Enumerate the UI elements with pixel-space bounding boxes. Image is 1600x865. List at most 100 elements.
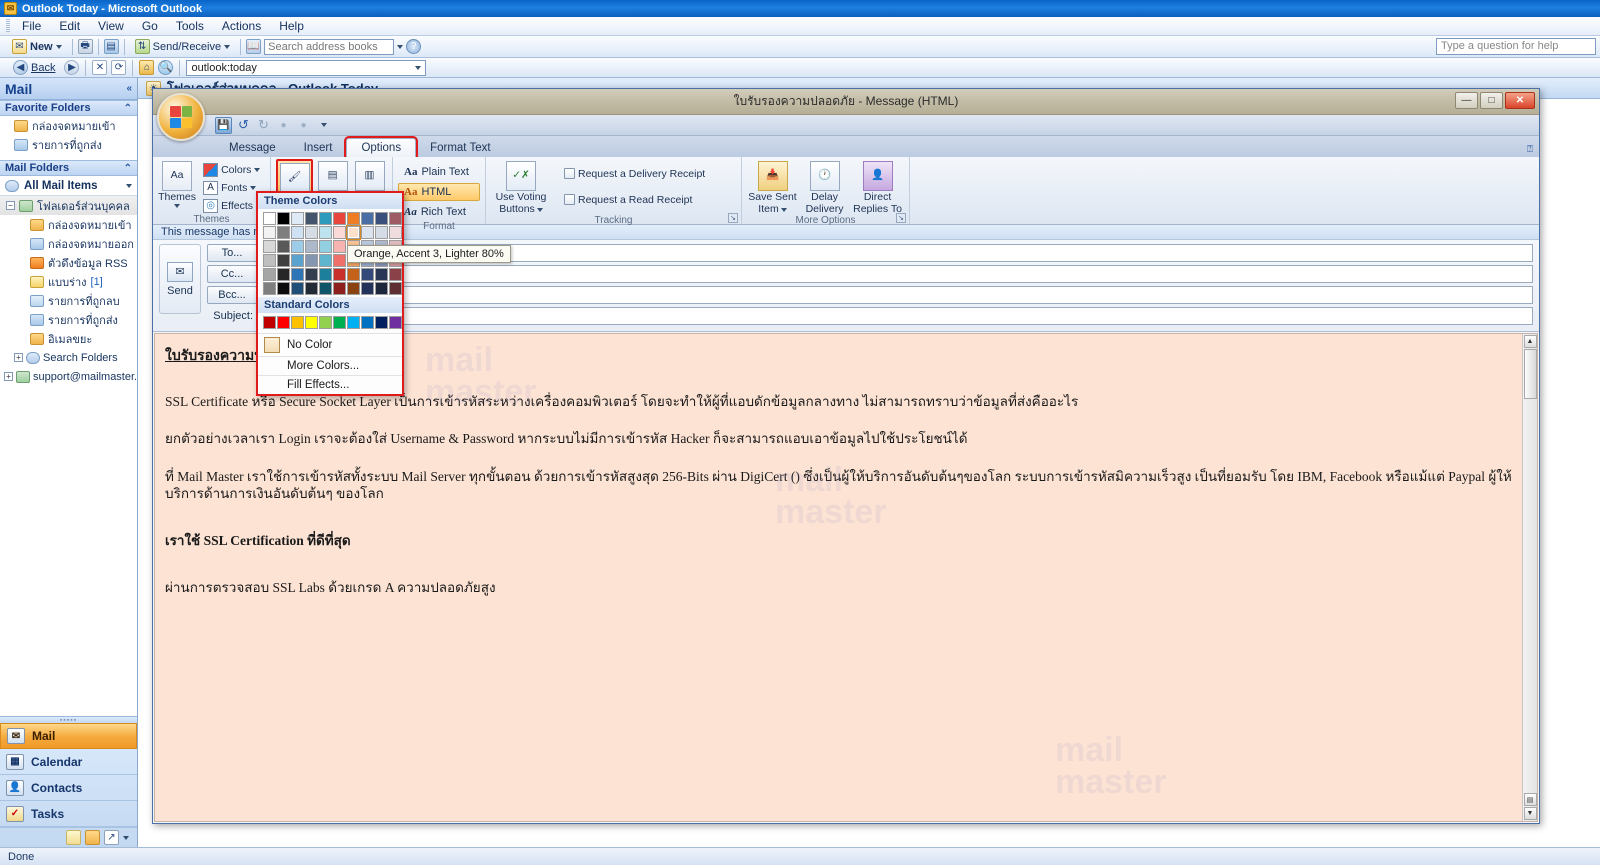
standard-color-swatch[interactable] — [375, 316, 388, 329]
theme-color-swatch[interactable] — [263, 254, 276, 267]
theme-color-swatch[interactable] — [319, 226, 332, 239]
navpane-button-mail[interactable]: ✉ Mail — [0, 723, 137, 749]
theme-color-swatch[interactable] — [389, 268, 402, 281]
folder-rss-feeds[interactable]: ตัวดึงข้อมูล RSS — [0, 253, 137, 272]
chevron-down-icon[interactable] — [126, 183, 132, 188]
theme-color-swatch[interactable] — [333, 268, 346, 281]
theme-color-swatch[interactable] — [305, 254, 318, 267]
folder-account-root[interactable]: + support@mailmaster.co — [0, 367, 137, 386]
qat-extra-icon[interactable]: ● — [275, 117, 292, 134]
theme-color-swatch[interactable] — [333, 226, 346, 239]
scroll-up-icon[interactable]: ▲ — [1523, 335, 1537, 348]
menu-file[interactable]: File — [13, 18, 50, 34]
search-address-books-input[interactable]: Search address books — [264, 38, 395, 55]
theme-color-swatch[interactable] — [305, 240, 318, 253]
direct-replies-to-button[interactable]: 👤 Direct Replies To — [851, 159, 904, 215]
menu-go[interactable]: Go — [133, 18, 167, 34]
navpane-splitter[interactable]: ▪▪▪▪▪ — [0, 716, 137, 724]
theme-color-swatch[interactable] — [375, 282, 388, 295]
navpane-button-tasks[interactable]: ✓ Tasks — [0, 801, 137, 827]
standard-color-swatch[interactable] — [347, 316, 360, 329]
new-dropdown-icon[interactable] — [55, 44, 62, 49]
chevron-down-icon[interactable] — [250, 185, 257, 190]
standard-color-swatch[interactable] — [319, 316, 332, 329]
message-body-scrollbar[interactable]: ▲ ▤ ▼ — [1522, 334, 1537, 821]
theme-color-swatch[interactable] — [263, 226, 276, 239]
scroll-split-icon[interactable]: ▤ — [1523, 793, 1537, 806]
subject-input[interactable] — [262, 307, 1533, 325]
folder-drafts[interactable]: แบบร่าง [1] — [0, 272, 137, 291]
menu-view[interactable]: View — [89, 18, 133, 34]
favorite-folders-header[interactable]: Favorite Folders ⌃ — [0, 100, 137, 116]
delay-delivery-button[interactable]: 🕐 Delay Delivery — [800, 159, 849, 215]
undo-icon[interactable]: ↺ — [235, 117, 252, 134]
standard-color-swatch[interactable] — [305, 316, 318, 329]
theme-color-swatch[interactable] — [346, 225, 361, 240]
rich-text-button[interactable]: Aa Rich Text — [398, 203, 480, 221]
theme-color-swatch[interactable] — [347, 282, 360, 295]
folder-deleted-items[interactable]: รายการที่ถูกลบ — [0, 291, 137, 310]
theme-color-swatch[interactable] — [305, 268, 318, 281]
chevron-up-icon[interactable]: ⌃ — [124, 163, 132, 174]
shortcuts-icon[interactable]: ↗ — [104, 830, 119, 845]
theme-color-swatch[interactable] — [305, 226, 318, 239]
theme-color-swatch[interactable] — [291, 268, 304, 281]
cc-input[interactable] — [262, 265, 1533, 283]
maximize-button[interactable]: □ — [1480, 92, 1503, 109]
theme-color-swatch[interactable] — [389, 282, 402, 295]
standard-color-swatch[interactable] — [389, 316, 402, 329]
theme-color-swatch[interactable] — [277, 254, 290, 267]
scroll-down-icon[interactable]: ▼ — [1523, 807, 1537, 820]
theme-color-swatch[interactable] — [263, 240, 276, 253]
folder-sent-items[interactable]: รายการที่ถูกส่ง — [0, 310, 137, 329]
navpane-button-contacts[interactable]: 👤 Contacts — [0, 775, 137, 801]
chevron-down-icon[interactable] — [174, 204, 181, 209]
tab-message[interactable]: Message — [215, 139, 290, 157]
chevron-down-icon[interactable] — [536, 207, 543, 212]
menu-actions[interactable]: Actions — [213, 18, 270, 34]
collapse-expander-icon[interactable]: − — [6, 201, 15, 210]
html-button[interactable]: Aa HTML — [398, 183, 480, 201]
theme-color-swatch[interactable] — [319, 268, 332, 281]
back-button[interactable]: ◀ Back — [8, 58, 60, 77]
theme-color-swatch[interactable] — [277, 212, 290, 225]
standard-color-swatch[interactable] — [277, 316, 290, 329]
close-button[interactable]: ✕ — [1505, 92, 1535, 109]
theme-color-swatch[interactable] — [305, 282, 318, 295]
help-icon[interactable]: ? — [406, 39, 422, 54]
theme-color-swatch[interactable] — [291, 282, 304, 295]
theme-color-swatch[interactable] — [347, 268, 360, 281]
theme-color-swatch[interactable] — [291, 240, 304, 253]
folder-inbox[interactable]: กล่องจดหมายเข้า — [0, 215, 137, 234]
standard-color-swatch[interactable] — [263, 316, 276, 329]
menu-edit[interactable]: Edit — [50, 18, 89, 34]
chevron-down-icon[interactable] — [780, 207, 787, 212]
favorite-folder-sent[interactable]: รายการที่ถูกส่ง — [0, 135, 137, 154]
stop-icon[interactable]: ✕ — [92, 60, 108, 75]
collapse-navpane-icon[interactable]: « — [126, 83, 132, 94]
qat-extra-icon[interactable]: ● — [295, 117, 312, 134]
send-button[interactable]: ✉ Send — [159, 244, 201, 314]
themes-button[interactable]: Aa Themes — [158, 159, 196, 209]
tab-format-text[interactable]: Format Text — [416, 139, 505, 157]
search-icon[interactable]: 🔍 — [158, 60, 174, 75]
save-icon[interactable]: 💾 — [215, 116, 232, 134]
address-book-icon[interactable]: 📖 — [246, 39, 262, 54]
mail-folders-header[interactable]: Mail Folders ⌃ — [0, 160, 137, 176]
scrollbar-thumb[interactable] — [1523, 349, 1537, 399]
standard-color-swatch[interactable] — [361, 316, 374, 329]
folder-list-icon[interactable] — [85, 830, 100, 845]
more-colors-item[interactable]: More Colors... — [258, 356, 402, 375]
message-body-editor[interactable]: mail master mail master mail master ใบรับรอ… — [155, 334, 1522, 821]
theme-color-swatch[interactable] — [263, 212, 276, 225]
request-read-receipt-checkbox[interactable]: Request a Read Receipt — [561, 191, 708, 208]
theme-color-swatch[interactable] — [277, 282, 290, 295]
chevron-up-icon[interactable]: ⌃ — [124, 103, 132, 114]
theme-color-swatch[interactable] — [319, 240, 332, 253]
address-input[interactable]: outlook:today — [186, 59, 427, 76]
request-delivery-receipt-checkbox[interactable]: Request a Delivery Receipt — [561, 165, 708, 182]
redo-icon[interactable]: ↻ — [255, 117, 272, 134]
all-mail-items-selector[interactable]: All Mail Items — [0, 176, 137, 196]
tracking-dialog-launcher[interactable]: ↘ — [728, 213, 738, 223]
cc-button[interactable]: Cc... — [207, 265, 257, 283]
